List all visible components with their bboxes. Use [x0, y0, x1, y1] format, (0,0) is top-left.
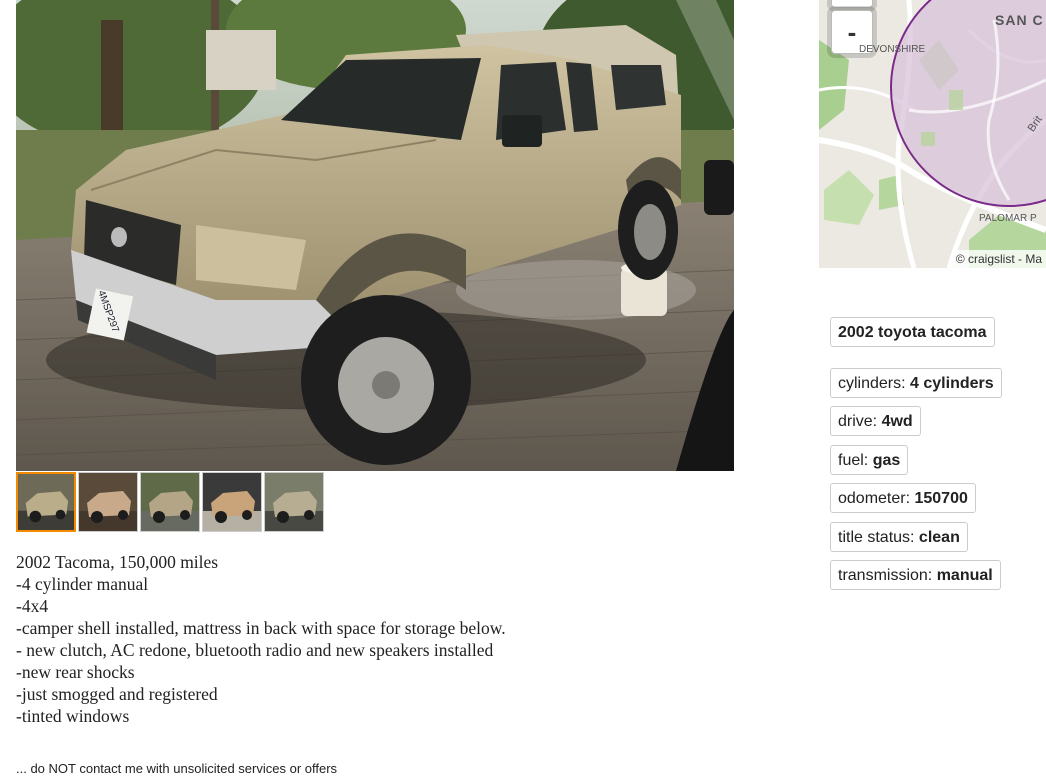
attribute-transmission: transmission: manual: [830, 560, 1001, 590]
location-map[interactable]: - SAN C DEVONSHIRE PALOMAR P Brit © crai…: [819, 0, 1046, 268]
thumbnail-image: [141, 473, 199, 531]
thumbnail-3[interactable]: [140, 472, 200, 532]
thumbnail-strip: [16, 472, 324, 532]
attribute-key: title status:: [838, 529, 919, 546]
posting-body-line: -new rear shocks: [16, 662, 135, 682]
attribute-value: 4wd: [881, 413, 913, 430]
attribute-cylinders: cylinders: 4 cylinders: [830, 368, 1002, 398]
attribute-value: manual: [936, 567, 993, 584]
map-label-city: SAN C: [995, 12, 1044, 28]
attribute-value: 150700: [914, 490, 968, 507]
attribute-drive: drive: 4wd: [830, 406, 921, 436]
thumbnail-image: [79, 473, 137, 531]
thumbnail-2[interactable]: [78, 472, 138, 532]
attribute-titlestatus: title status: clean: [830, 522, 968, 552]
posting-body-line: -just smogged and registered: [16, 684, 218, 704]
thumbnail-image: [18, 474, 74, 530]
map-label-devonshire: DEVONSHIRE: [859, 44, 926, 55]
attribute-key: fuel:: [838, 452, 873, 469]
attribute-key: odometer:: [838, 490, 915, 507]
posting-body-line: - new clutch, AC redone, bluetooth radio…: [16, 640, 494, 660]
posting-body-cut-line: ... do NOT contact me with unsolicited s…: [16, 761, 338, 776]
attribute-value: 4 cylinders: [910, 375, 994, 392]
map-attribution[interactable]: © craigslist - Ma: [951, 250, 1046, 268]
posting-body-line: -4x4: [16, 596, 49, 616]
thumbnail-image: [265, 473, 323, 531]
attribute-value: gas: [872, 452, 901, 469]
attribute-value: clean: [918, 529, 960, 546]
thumbnail-5[interactable]: [264, 472, 324, 532]
thumbnail-image: [203, 473, 261, 531]
posting-body-line: -4 cylinder manual: [16, 574, 149, 594]
posting-body-line: -camper shell installed, mattress in bac…: [16, 618, 506, 638]
attribute-title: 2002 toyota tacoma: [830, 317, 995, 347]
truck-photo-image: [16, 0, 734, 471]
posting-body-line: 2002 Tacoma, 150,000 miles: [16, 552, 219, 572]
posting-body: 2002 Tacoma, 150,000 miles -4 cylinder ma…: [16, 551, 716, 776]
attribute-key: drive:: [838, 413, 882, 430]
attribute-fuel: fuel: gas: [830, 445, 909, 475]
map-label-palomar: PALOMAR P: [979, 213, 1037, 224]
attribute-key: transmission:: [838, 567, 937, 584]
listing-main-photo[interactable]: 4MSP297: [16, 0, 734, 471]
thumbnail-1[interactable]: [16, 472, 76, 532]
thumbnail-4[interactable]: [202, 472, 262, 532]
zoom-in-button[interactable]: [831, 0, 873, 8]
attribute-odometer: odometer: 150700: [830, 483, 976, 513]
attribute-key: cylinders:: [838, 375, 911, 392]
posting-body-line: -tinted windows: [16, 706, 130, 726]
